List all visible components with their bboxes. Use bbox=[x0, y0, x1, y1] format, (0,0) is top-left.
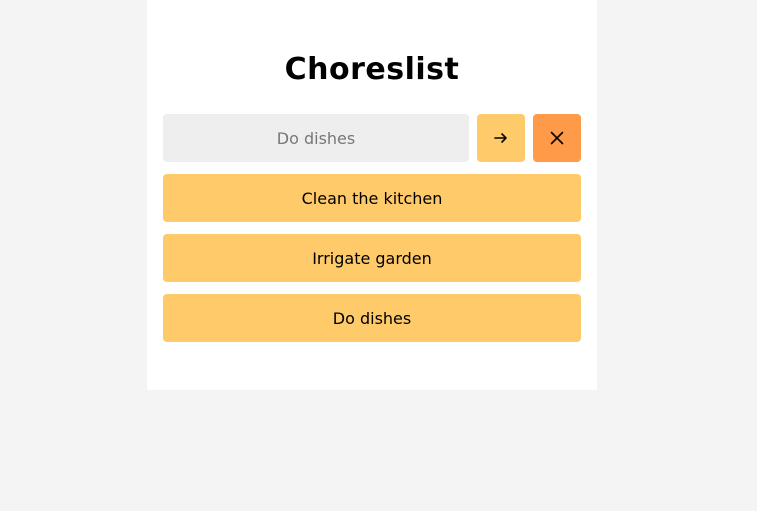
close-icon bbox=[550, 131, 564, 145]
chore-input[interactable] bbox=[163, 114, 469, 162]
chore-item[interactable]: Do dishes bbox=[163, 294, 581, 342]
chore-item[interactable]: Irrigate garden bbox=[163, 234, 581, 282]
chore-item[interactable]: Clean the kitchen bbox=[163, 174, 581, 222]
chore-item-label: Do dishes bbox=[332, 308, 412, 328]
chore-item-label: Irrigate garden bbox=[312, 248, 432, 268]
clear-button[interactable] bbox=[533, 114, 581, 162]
arrow-right-icon bbox=[494, 131, 508, 145]
app-title: Choreslist bbox=[284, 52, 460, 87]
chores-card: Choreslist Clean the kitchen Irrigate ga… bbox=[147, 0, 597, 390]
submit-button[interactable] bbox=[477, 114, 525, 162]
chore-item-label: Clean the kitchen bbox=[301, 188, 443, 208]
